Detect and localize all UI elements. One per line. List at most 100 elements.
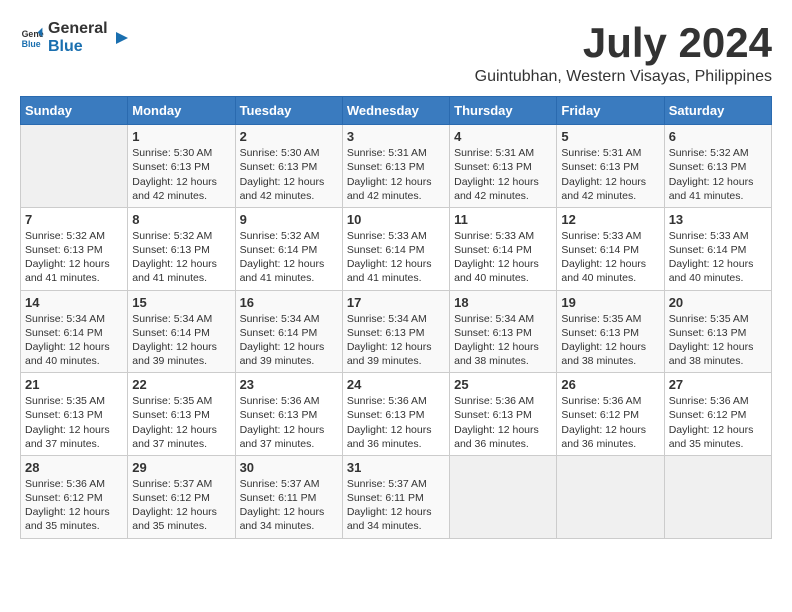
svg-text:Blue: Blue [22,38,41,48]
logo-general: General [48,20,108,38]
calendar-cell [450,455,557,538]
calendar-cell: 11 Sunrise: 5:33 AM Sunset: 6:14 PM Dayli… [450,207,557,290]
title-area: July 2024 Guintubhan, Western Visayas, P… [475,20,772,86]
day-info: Sunrise: 5:36 AM Sunset: 6:13 PM Dayligh… [454,394,552,451]
day-info: Sunrise: 5:33 AM Sunset: 6:14 PM Dayligh… [669,229,767,286]
day-number: 29 [132,460,230,475]
day-number: 5 [561,129,659,144]
calendar-cell: 4 Sunrise: 5:31 AM Sunset: 6:13 PM Daylig… [450,125,557,208]
day-number: 13 [669,212,767,227]
calendar-cell: 6Sunrise: 5:32 AM Sunset: 6:13 PM Daylig… [664,125,771,208]
calendar-cell: 13 Sunrise: 5:33 AM Sunset: 6:14 PM Dayli… [664,207,771,290]
day-header-tuesday: Tuesday [235,97,342,125]
day-number: 14 [25,295,123,310]
day-info: Sunrise: 5:36 AM Sunset: 6:13 PM Dayligh… [347,394,445,451]
logo: General Blue General Blue [20,20,132,55]
day-info: Sunrise: 5:33 AM Sunset: 6:14 PM Dayligh… [454,229,552,286]
calendar-cell: 9 Sunrise: 5:32 AM Sunset: 6:14 PM Daylig… [235,207,342,290]
day-info: Sunrise: 5:35 AM Sunset: 6:13 PM Dayligh… [132,394,230,451]
calendar-cell: 1 Sunrise: 5:30 AM Sunset: 6:13 PM Daylig… [128,125,235,208]
day-number: 1 [132,129,230,144]
day-info: Sunrise: 5:33 AM Sunset: 6:14 PM Dayligh… [561,229,659,286]
calendar-cell: 20 Sunrise: 5:35 AM Sunset: 6:13 PM Dayli… [664,290,771,373]
day-info: Sunrise: 5:34 AM Sunset: 6:14 PM Dayligh… [132,312,230,369]
logo-icon: General Blue [20,26,44,50]
calendar-cell: 16 Sunrise: 5:34 AM Sunset: 6:14 PM Dayli… [235,290,342,373]
day-number: 15 [132,295,230,310]
day-number: 7 [25,212,123,227]
day-number: 2 [240,129,338,144]
day-info: Sunrise: 5:35 AM Sunset: 6:13 PM Dayligh… [669,312,767,369]
day-info: Sunrise: 5:31 AM Sunset: 6:13 PM Dayligh… [454,146,552,203]
day-number: 25 [454,377,552,392]
location-title: Guintubhan, Western Visayas, Philippines [475,68,772,86]
day-number: 30 [240,460,338,475]
logo-arrow-icon [112,28,132,48]
header-row: SundayMondayTuesdayWednesdayThursdayFrid… [21,97,772,125]
day-info: Sunrise: 5:32 AM Sunset: 6:13 PM Dayligh… [132,229,230,286]
calendar-week-2: 7 Sunrise: 5:32 AM Sunset: 6:13 PM Daylig… [21,207,772,290]
calendar-cell: 27Sunrise: 5:36 AM Sunset: 6:12 PM Dayli… [664,373,771,456]
day-header-saturday: Saturday [664,97,771,125]
day-info: Sunrise: 5:37 AM Sunset: 6:11 PM Dayligh… [347,477,445,534]
day-info: Sunrise: 5:36 AM Sunset: 6:13 PM Dayligh… [240,394,338,451]
day-info: Sunrise: 5:37 AM Sunset: 6:11 PM Dayligh… [240,477,338,534]
day-number: 3 [347,129,445,144]
calendar-cell: 28Sunrise: 5:36 AM Sunset: 6:12 PM Dayli… [21,455,128,538]
day-number: 20 [669,295,767,310]
day-number: 24 [347,377,445,392]
day-number: 17 [347,295,445,310]
day-number: 4 [454,129,552,144]
day-header-sunday: Sunday [21,97,128,125]
day-info: Sunrise: 5:37 AM Sunset: 6:12 PM Dayligh… [132,477,230,534]
day-info: Sunrise: 5:34 AM Sunset: 6:14 PM Dayligh… [25,312,123,369]
day-header-wednesday: Wednesday [342,97,449,125]
calendar-cell: 5 Sunrise: 5:31 AM Sunset: 6:13 PM Daylig… [557,125,664,208]
day-number: 19 [561,295,659,310]
day-number: 9 [240,212,338,227]
calendar-week-1: 1 Sunrise: 5:30 AM Sunset: 6:13 PM Daylig… [21,125,772,208]
day-number: 18 [454,295,552,310]
day-info: Sunrise: 5:36 AM Sunset: 6:12 PM Dayligh… [25,477,123,534]
day-number: 31 [347,460,445,475]
calendar-cell: 26Sunrise: 5:36 AM Sunset: 6:12 PM Dayli… [557,373,664,456]
calendar-table: SundayMondayTuesdayWednesdayThursdayFrid… [20,96,772,538]
day-number: 23 [240,377,338,392]
calendar-cell: 31 Sunrise: 5:37 AM Sunset: 6:11 PM Dayli… [342,455,449,538]
day-info: Sunrise: 5:34 AM Sunset: 6:14 PM Dayligh… [240,312,338,369]
calendar-cell: 21Sunrise: 5:35 AM Sunset: 6:13 PM Dayli… [21,373,128,456]
calendar-cell: 19 Sunrise: 5:35 AM Sunset: 6:13 PM Dayli… [557,290,664,373]
calendar-cell [557,455,664,538]
day-number: 16 [240,295,338,310]
day-info: Sunrise: 5:32 AM Sunset: 6:13 PM Dayligh… [25,229,123,286]
calendar-cell: 3 Sunrise: 5:31 AM Sunset: 6:13 PM Daylig… [342,125,449,208]
calendar-cell: 24 Sunrise: 5:36 AM Sunset: 6:13 PM Dayli… [342,373,449,456]
calendar-cell: 15 Sunrise: 5:34 AM Sunset: 6:14 PM Dayli… [128,290,235,373]
day-info: Sunrise: 5:33 AM Sunset: 6:14 PM Dayligh… [347,229,445,286]
day-info: Sunrise: 5:36 AM Sunset: 6:12 PM Dayligh… [561,394,659,451]
calendar-cell: 17Sunrise: 5:34 AM Sunset: 6:13 PM Dayli… [342,290,449,373]
day-info: Sunrise: 5:35 AM Sunset: 6:13 PM Dayligh… [25,394,123,451]
logo-blue: Blue [48,38,108,56]
calendar-week-3: 14 Sunrise: 5:34 AM Sunset: 6:14 PM Dayli… [21,290,772,373]
calendar-cell: 2Sunrise: 5:30 AM Sunset: 6:13 PM Daylig… [235,125,342,208]
calendar-cell: 8Sunrise: 5:32 AM Sunset: 6:13 PM Daylig… [128,207,235,290]
day-info: Sunrise: 5:31 AM Sunset: 6:13 PM Dayligh… [347,146,445,203]
day-info: Sunrise: 5:30 AM Sunset: 6:13 PM Dayligh… [132,146,230,203]
calendar-cell: 29 Sunrise: 5:37 AM Sunset: 6:12 PM Dayli… [128,455,235,538]
calendar-cell: 23 Sunrise: 5:36 AM Sunset: 6:13 PM Dayli… [235,373,342,456]
calendar-cell: 12 Sunrise: 5:33 AM Sunset: 6:14 PM Dayli… [557,207,664,290]
day-info: Sunrise: 5:31 AM Sunset: 6:13 PM Dayligh… [561,146,659,203]
calendar-cell: 30 Sunrise: 5:37 AM Sunset: 6:11 PM Dayli… [235,455,342,538]
day-header-friday: Friday [557,97,664,125]
day-info: Sunrise: 5:32 AM Sunset: 6:14 PM Dayligh… [240,229,338,286]
day-number: 12 [561,212,659,227]
day-number: 11 [454,212,552,227]
day-number: 22 [132,377,230,392]
day-number: 10 [347,212,445,227]
day-info: Sunrise: 5:32 AM Sunset: 6:13 PM Dayligh… [669,146,767,203]
calendar-cell: 22 Sunrise: 5:35 AM Sunset: 6:13 PM Dayli… [128,373,235,456]
calendar-cell: 25 Sunrise: 5:36 AM Sunset: 6:13 PM Dayli… [450,373,557,456]
day-header-monday: Monday [128,97,235,125]
day-info: Sunrise: 5:35 AM Sunset: 6:13 PM Dayligh… [561,312,659,369]
